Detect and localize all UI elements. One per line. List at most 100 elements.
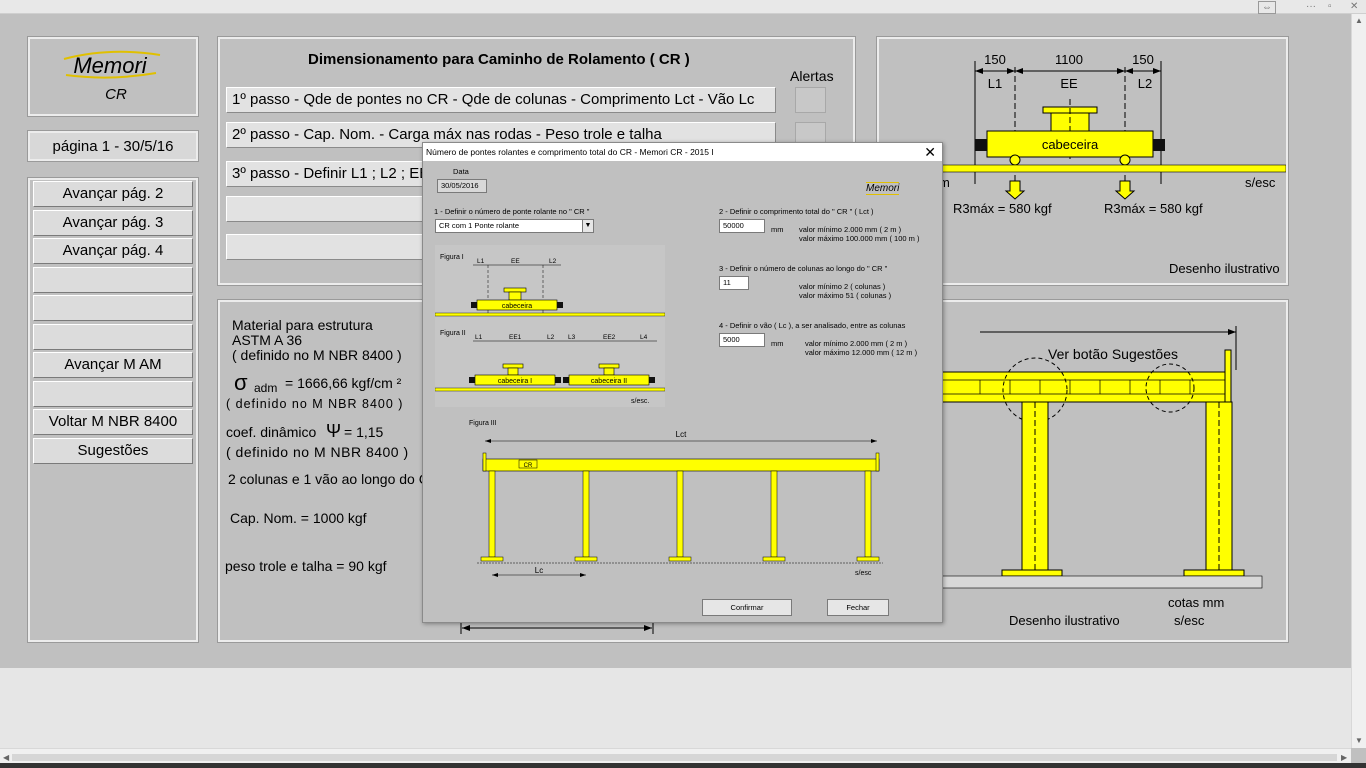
nominal-capacity: Cap. Nom. = 1000 kgf: [230, 510, 367, 526]
q1-label: 1 - Definir o número de ponte rolante no…: [434, 207, 590, 216]
close-window-icon[interactable]: ✕: [1350, 1, 1358, 12]
suggestion-note: Ver botão Sugestões: [1048, 346, 1178, 362]
scroll-right-icon[interactable]: ▶: [1341, 753, 1347, 762]
confirm-button[interactable]: Confirmar: [702, 599, 792, 616]
close-button[interactable]: Fechar: [827, 599, 889, 616]
psi-symbol: Ψ: [326, 421, 342, 441]
total-length-input[interactable]: 50000: [719, 219, 765, 233]
trolley-weight: peso trole e talha = 90 kgf: [225, 558, 387, 574]
figure-iii: Figura III Lct CR Lc s/esc: [469, 420, 883, 577]
advance-page-3-button[interactable]: Avançar pág. 3: [33, 210, 193, 236]
q3-min: valor mínimo 2 ( colunas ): [799, 282, 886, 291]
fig2-l2: L2: [547, 334, 555, 341]
bottom-edge: [0, 763, 1366, 768]
empty-nav-button[interactable]: [33, 324, 193, 350]
logo-panel: Memori CR: [27, 36, 199, 117]
fig2-l3: L3: [568, 334, 576, 341]
fig3-lct: Lct: [676, 430, 687, 439]
q4-max: valor máximo 12.000 mm ( 12 m ): [805, 348, 918, 357]
figure-iii-label: Figura III: [469, 420, 497, 427]
q4-unit: mm: [771, 339, 784, 348]
columns-summary: 2 colunas e 1 vão ao longo do CR: [228, 471, 439, 487]
page-info: página 1 - 30/5/16: [27, 130, 199, 162]
q2-min: valor mínimo 2.000 mm ( 2 m ): [799, 225, 902, 234]
memori-logo: Memori CR: [63, 50, 161, 103]
label-l1: L1: [988, 76, 1002, 91]
coef-value: = 1,15: [344, 424, 384, 440]
fig1-ee: EE: [511, 258, 520, 265]
fig2-part-2: cabeceira II: [591, 378, 627, 385]
q2-max: valor máximo 100.000 mm ( 100 m ): [799, 234, 920, 243]
scroll-up-icon[interactable]: ▲: [1355, 16, 1363, 25]
dialog-logo: Memori: [866, 182, 900, 195]
bridge-count-select[interactable]: CR com 1 Ponte rolante ▼: [435, 219, 594, 233]
material-label: Material para estrutura: [232, 317, 373, 333]
bridge-count-value: CR com 1 Ponte rolante: [439, 221, 520, 230]
dialog-close-icon[interactable]: ✕: [924, 143, 936, 161]
q4-label: 4 - Definir o vão ( Lc ), a ser analisad…: [719, 321, 906, 330]
fig2-l4: L4: [640, 334, 648, 341]
q2-unit: mm: [771, 225, 784, 234]
fig2-ee1: EE1: [509, 334, 522, 341]
q2-label: 2 - Definir o comprimento total do " CR …: [719, 207, 874, 216]
back-m-nbr-8400-button[interactable]: Voltar M NBR 8400: [33, 409, 193, 435]
fig2-ee2: EE2: [603, 334, 616, 341]
step-1-button[interactable]: 1º passo - Qde de pontes no CR - Qde de …: [226, 87, 776, 113]
fig2-part-1: cabeceira I: [498, 378, 532, 385]
scroll-left-icon[interactable]: ◀: [3, 753, 9, 762]
structure-drawing: Ver botão Sugestões cotas mm Desenho ilu…: [940, 326, 1263, 628]
fig2-l1: L1: [475, 334, 483, 341]
coef-reference: ( definido no M NBR 8400 ): [226, 444, 409, 460]
reaction-right: R3máx = 580 kgf: [1104, 201, 1203, 216]
figure-i-label: Figura I: [440, 254, 464, 261]
span-input[interactable]: 5000: [719, 333, 765, 347]
date-label: Data: [453, 167, 469, 176]
vertical-scrollbar[interactable]: ▲ ▼: [1351, 14, 1366, 748]
q4-min: valor mínimo 2.000 mm ( 2 m ): [805, 339, 908, 348]
advance-page-2-button[interactable]: Avançar pág. 2: [33, 181, 193, 207]
chevron-down-icon[interactable]: ▼: [582, 220, 593, 232]
label-ee: EE: [1060, 76, 1078, 91]
figure-ii-label: Figura II: [440, 330, 466, 337]
maximize-icon[interactable]: ▫: [1328, 1, 1332, 12]
sigma-reference: ( definido no M NBR 8400 ): [226, 397, 404, 411]
horizontal-scroll-thumb[interactable]: [12, 754, 1337, 761]
fig2-scale: s/esc.: [631, 398, 649, 405]
structure-caption: Desenho ilustrativo: [1009, 613, 1120, 628]
end-carriage-label: cabeceira: [1042, 137, 1099, 152]
empty-nav-button[interactable]: [33, 295, 193, 321]
dim-150-right: 150: [1132, 52, 1154, 67]
sigma-value: = 1666,66 kgf/cm ²: [285, 375, 402, 391]
dialog-title: Número de pontes rolantes e comprimento …: [423, 143, 942, 161]
reaction-left: R3máx = 580 kgf: [953, 201, 1052, 216]
label-l2: L2: [1138, 76, 1152, 91]
logo-title: Memori: [73, 53, 147, 78]
q3-max: valor máximo 51 ( colunas ): [799, 291, 892, 300]
fig1-part: cabeceira: [502, 303, 532, 310]
advance-m-am-button[interactable]: Avançar M AM: [33, 352, 193, 378]
structure-scale: s/esc: [1174, 613, 1205, 628]
scale-label: s/esc: [1245, 175, 1276, 190]
restore-icon[interactable]: ⇔: [1258, 1, 1276, 14]
date-field: 30/05/2016: [437, 179, 487, 193]
advance-page-4-button[interactable]: Avançar pág. 4: [33, 238, 193, 264]
coef-label: coef. dinâmico: [226, 424, 317, 440]
page-title: Dimensionamento para Caminho de Rolament…: [308, 51, 690, 68]
empty-nav-button[interactable]: [33, 381, 193, 407]
q3-label: 3 - Definir o número de colunas ao longo…: [719, 264, 888, 273]
more-icon[interactable]: ···: [1306, 1, 1316, 12]
sigma-symbol: σ: [234, 370, 248, 395]
column-count-input[interactable]: 11: [719, 276, 749, 290]
window-top-bar: ⇔ ··· ▫ ✕: [0, 0, 1366, 14]
drawing-caption: Desenho ilustrativo: [1169, 261, 1280, 276]
dim-150-left: 150: [984, 52, 1006, 67]
scroll-down-icon[interactable]: ▼: [1355, 736, 1363, 745]
alerts-label: Alertas: [790, 68, 834, 84]
fig1-l1: L1: [477, 258, 485, 265]
suggestions-button[interactable]: Sugestões: [33, 438, 193, 464]
units-label: cotas mm: [1168, 595, 1224, 610]
empty-nav-button[interactable]: [33, 267, 193, 293]
fig3-cr: CR: [524, 463, 533, 469]
sigma-subscript: adm: [254, 381, 278, 395]
worksheet-empty-area: [0, 668, 1351, 748]
